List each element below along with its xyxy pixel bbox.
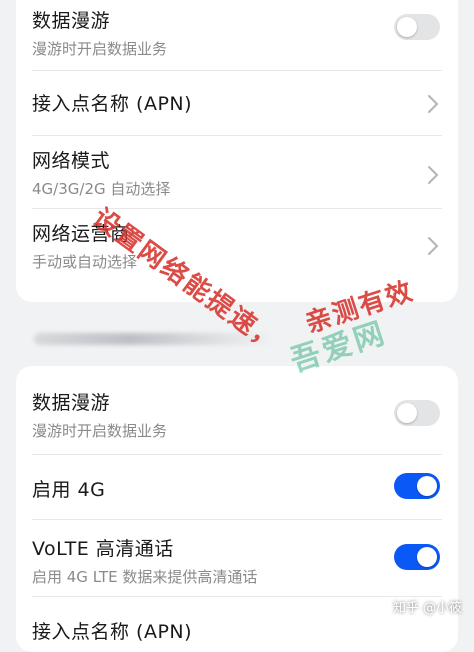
data-roaming-toggle[interactable] — [394, 400, 440, 426]
apn-row[interactable]: 接入点名称 (APN) — [32, 71, 442, 135]
network-mode-row[interactable]: 网络模式 4G/3G/2G 自动选择 — [32, 136, 442, 208]
data-roaming-row[interactable]: 数据漫游 漫游时开启数据业务 — [32, 378, 442, 450]
volte-toggle[interactable] — [394, 544, 440, 570]
volte-title: VoLTE 高清通话 — [32, 538, 174, 560]
data-roaming-toggle[interactable] — [394, 14, 440, 40]
toggle-knob — [417, 476, 437, 496]
toggle-knob — [397, 17, 417, 37]
volte-row[interactable]: VoLTE 高清通话 启用 4G LTE 数据来提供高清通话 — [32, 520, 442, 596]
chevron-right-icon — [428, 95, 438, 113]
toggle-knob — [417, 547, 437, 567]
chevron-right-icon — [428, 166, 438, 184]
network-mode-title: 网络模式 — [32, 150, 111, 172]
enable-4g-row[interactable]: 启用 4G — [32, 455, 442, 519]
apn-title: 接入点名称 (APN) — [32, 93, 193, 115]
data-roaming-subtitle: 漫游时开启数据业务 — [32, 40, 168, 58]
chevron-right-icon — [428, 237, 438, 255]
data-roaming-title: 数据漫游 — [32, 10, 111, 32]
enable-4g-toggle[interactable] — [394, 473, 440, 499]
toggle-knob — [397, 403, 417, 423]
enable-4g-title: 启用 4G — [32, 479, 106, 501]
data-roaming-row[interactable]: 数据漫游 漫游时开启数据业务 — [32, 0, 442, 70]
settings-card-mobile-network: 数据漫游 漫游时开启数据业务 接入点名称 (APN) 网络模式 4G/3G/2G… — [16, 0, 458, 302]
data-roaming-subtitle: 漫游时开启数据业务 — [32, 422, 168, 440]
data-roaming-title: 数据漫游 — [32, 392, 111, 414]
apn-row[interactable]: 接入点名称 (APN) — [32, 597, 442, 652]
credit-watermark: 知乎 @小筱 — [392, 601, 462, 616]
network-mode-subtitle: 4G/3G/2G 自动选择 — [32, 180, 171, 198]
settings-card-sim2: 数据漫游 漫游时开启数据业务 启用 4G VoLTE 高清通话 启用 4G LT… — [16, 366, 458, 652]
network-operator-subtitle: 手动或自动选择 — [32, 253, 138, 271]
apn-title: 接入点名称 (APN) — [32, 621, 193, 643]
volte-subtitle: 启用 4G LTE 数据来提供高清通话 — [32, 568, 258, 586]
